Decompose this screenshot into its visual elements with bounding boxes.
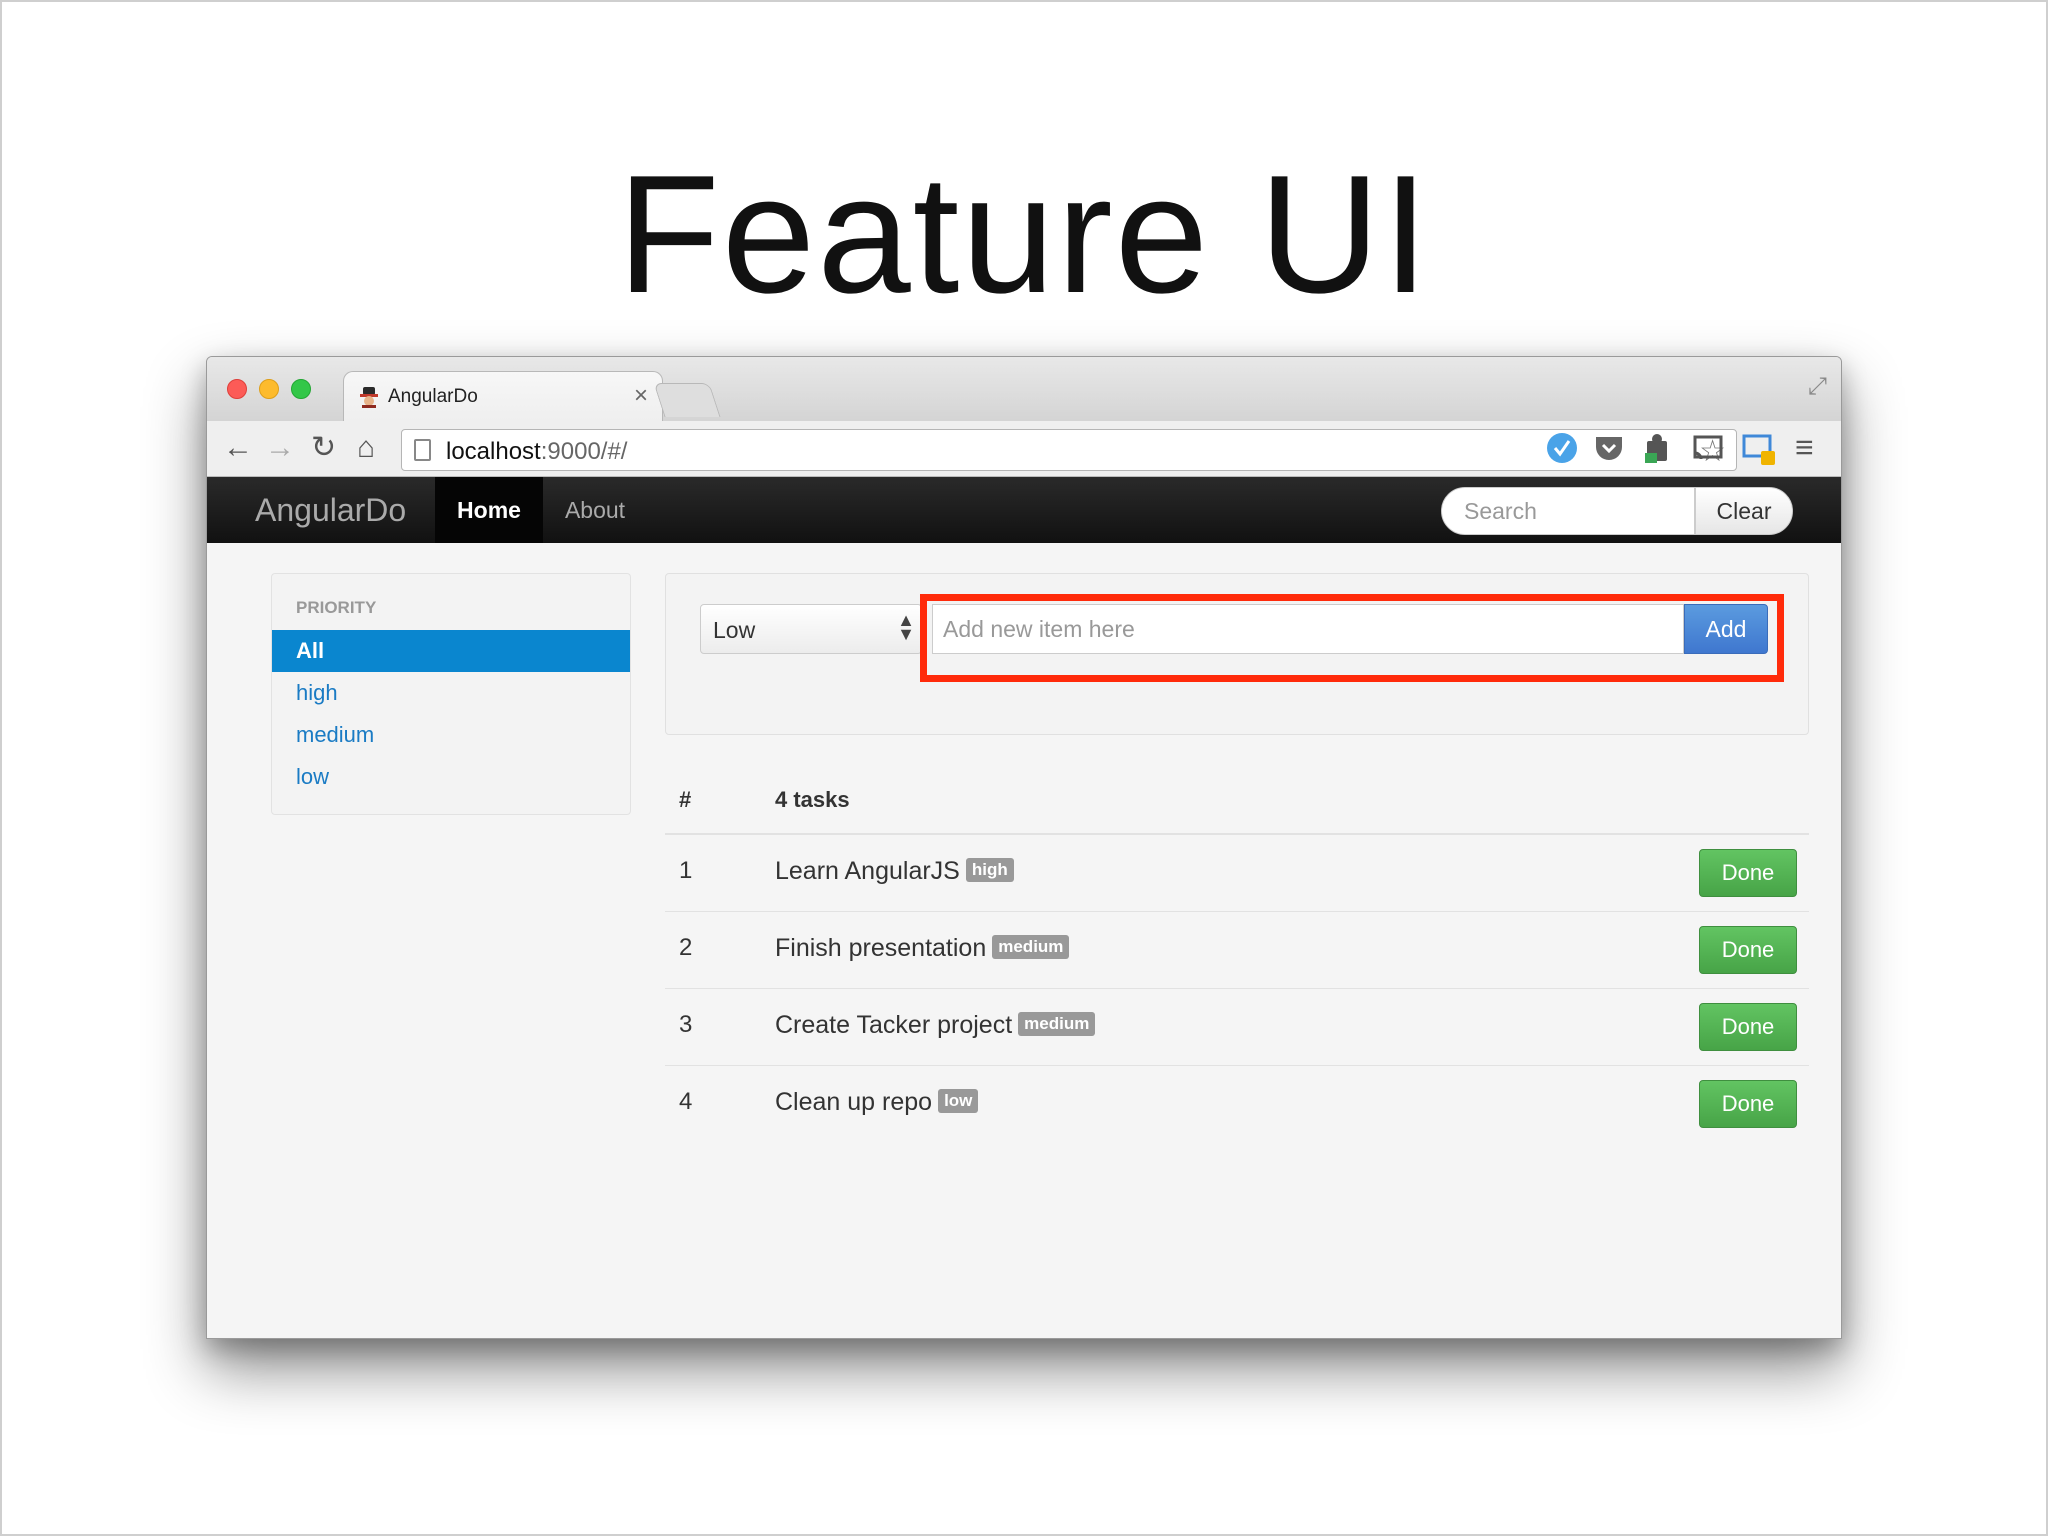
priority-badge: high	[965, 858, 1014, 883]
url-text: localhost:9000/#/	[446, 438, 627, 466]
nav-home[interactable]: Home	[435, 477, 543, 543]
task-title-text: Finish presentation	[775, 934, 987, 962]
table-row: 4 Clean up repo low Done	[665, 1066, 1809, 1143]
search-form: Clear	[1441, 487, 1793, 535]
screenshot-extension-icon[interactable]	[1741, 431, 1777, 467]
column-header-task-count: 4 tasks	[775, 787, 850, 812]
search-input[interactable]	[1441, 487, 1695, 535]
tab-title: AngularDo	[388, 386, 478, 407]
menu-icon[interactable]: ≡	[1795, 431, 1814, 463]
clear-button[interactable]: Clear	[1695, 487, 1793, 535]
task-title: Create Tacker project medium	[775, 1011, 1096, 1040]
done-button[interactable]: Done	[1699, 926, 1797, 974]
priority-badge: medium	[1018, 1012, 1096, 1037]
puzzle-extension-icon[interactable]	[1643, 431, 1673, 465]
tab-close-icon[interactable]: ×	[634, 382, 648, 410]
row-number: 2	[679, 934, 693, 961]
sidebar-item-all[interactable]: All	[272, 630, 630, 672]
forward-icon[interactable]: →	[265, 431, 295, 465]
row-number: 4	[679, 1088, 693, 1115]
task-title-text: Create Tacker project	[775, 1011, 1013, 1039]
column-header-number: #	[679, 787, 692, 812]
reload-icon[interactable]: ↻	[311, 431, 336, 465]
browser-titlebar: AngularDo × ⤢	[207, 357, 1841, 421]
sidebar-header: PRIORITY	[296, 598, 377, 617]
url-host: localhost	[446, 438, 541, 465]
sidebar-item-low[interactable]: low	[272, 756, 630, 798]
task-title-text: Clean up repo	[775, 1088, 933, 1116]
pocket-icon[interactable]	[1593, 433, 1625, 463]
back-icon[interactable]: ←	[223, 431, 253, 465]
sidebar-item-medium[interactable]: medium	[272, 714, 630, 756]
done-button[interactable]: Done	[1699, 1080, 1797, 1128]
table-header: # 4 tasks	[665, 769, 1809, 835]
task-title: Finish presentation medium	[775, 934, 1070, 963]
minimize-window-button[interactable]	[259, 379, 279, 399]
new-tab-button[interactable]	[653, 383, 721, 417]
row-number: 3	[679, 1011, 693, 1038]
nav-about[interactable]: About	[543, 477, 647, 543]
browser-tab[interactable]: AngularDo ×	[343, 371, 663, 421]
priority-sidebar: PRIORITY All high medium low	[271, 573, 631, 815]
table-row: 1 Learn AngularJS high Done	[665, 835, 1809, 912]
app-navbar: AngularDo Home About Clear	[207, 477, 1841, 543]
address-bar[interactable]: localhost:9000/#/ ☆	[401, 429, 1737, 471]
url-path: :9000/#/	[540, 438, 628, 465]
home-icon[interactable]: ⌂	[357, 431, 375, 465]
priority-badge: low	[938, 1089, 979, 1114]
priority-select-value: Low	[713, 617, 756, 643]
task-title-text: Learn AngularJS	[775, 857, 960, 885]
sidebar-item-high[interactable]: high	[272, 672, 630, 714]
extension-check-icon[interactable]	[1545, 431, 1579, 465]
priority-badge: medium	[992, 935, 1070, 960]
row-number: 1	[679, 857, 693, 884]
add-item-form: Low ▲ ▼ Add	[665, 573, 1809, 735]
done-button[interactable]: Done	[1699, 1003, 1797, 1051]
cast-icon[interactable]	[1691, 433, 1725, 463]
brand-link[interactable]: AngularDo	[255, 492, 406, 529]
task-title: Clean up repo low	[775, 1088, 979, 1117]
highlight-annotation-box	[920, 594, 1784, 682]
table-row: 2 Finish presentation medium Done	[665, 912, 1809, 989]
browser-window: AngularDo × ⤢ ← → ↻ ⌂ localhost:9000/#/ …	[206, 356, 1842, 1339]
fullscreen-icon[interactable]: ⤢	[1808, 373, 1827, 401]
slide-title: Feature UI	[617, 140, 1431, 328]
select-arrows-icon: ▲ ▼	[897, 610, 915, 644]
zoom-window-button[interactable]	[291, 379, 311, 399]
table-row: 3 Create Tacker project medium Done	[665, 989, 1809, 1066]
browser-toolbar: ← → ↻ ⌂ localhost:9000/#/ ☆ ≡	[207, 421, 1841, 477]
task-title: Learn AngularJS high	[775, 857, 1014, 886]
priority-select[interactable]: Low ▲ ▼	[700, 604, 922, 654]
done-button[interactable]: Done	[1699, 849, 1797, 897]
close-window-button[interactable]	[227, 379, 247, 399]
page-icon	[414, 439, 431, 461]
angulardo-favicon-icon	[360, 387, 378, 408]
task-table: # 4 tasks 1 Learn AngularJS high Done 2 F…	[665, 769, 1809, 1143]
